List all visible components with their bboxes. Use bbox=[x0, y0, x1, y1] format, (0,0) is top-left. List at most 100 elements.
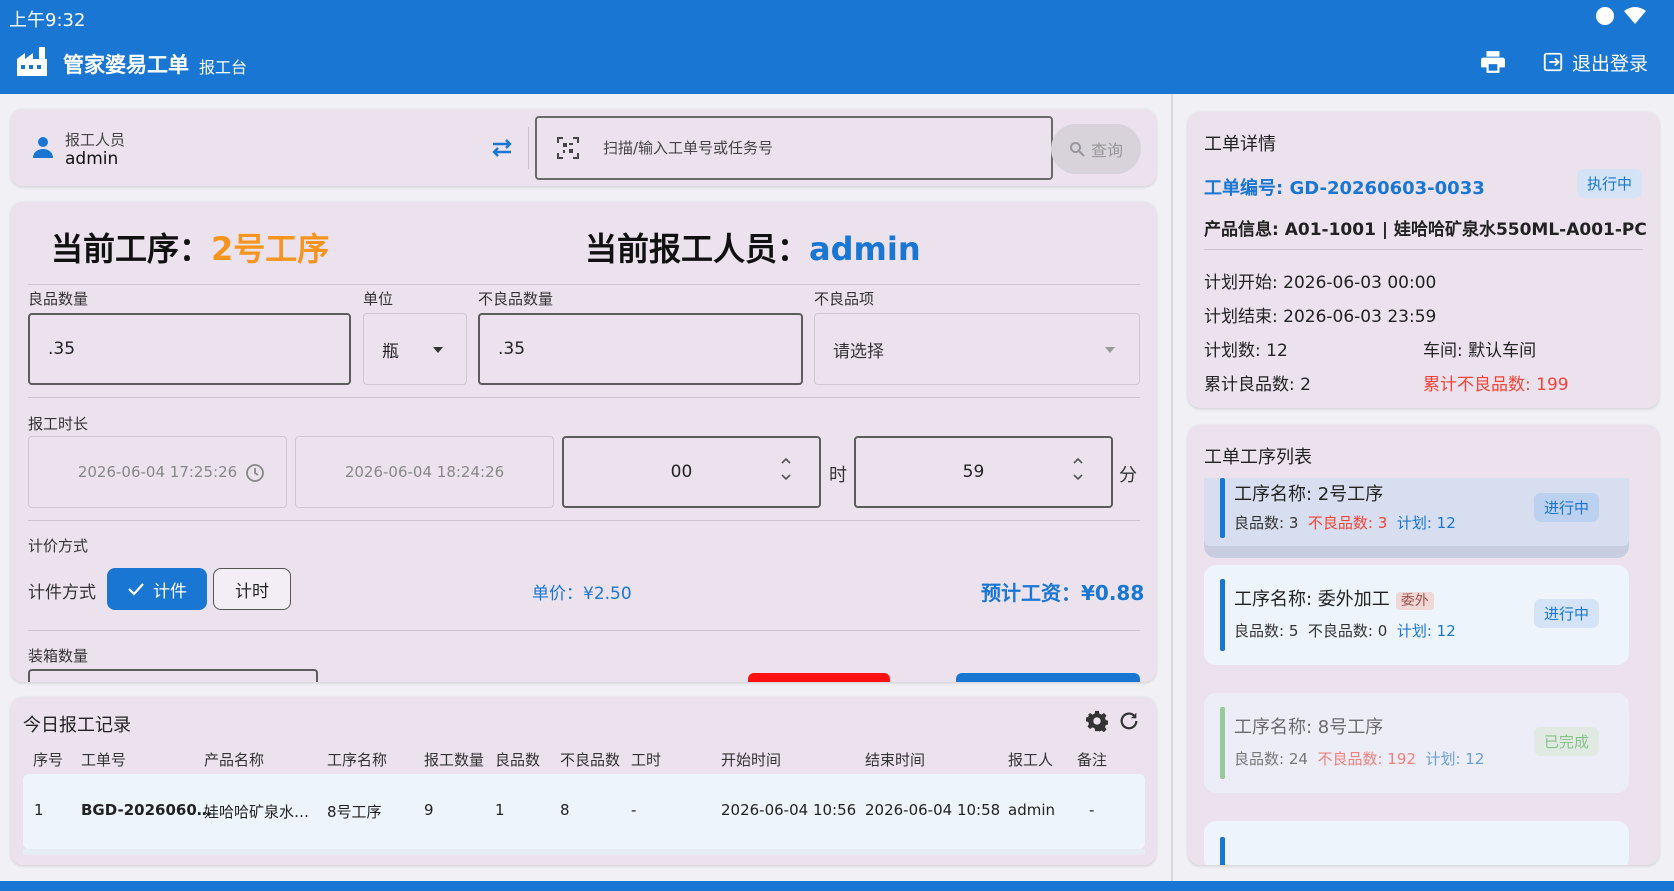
time-rate-button[interactable]: 计时 bbox=[213, 568, 291, 610]
pricing-method-label: 计件方式 bbox=[28, 583, 96, 603]
minutes-input[interactable]: 59 bbox=[854, 436, 1113, 508]
gear-icon[interactable] bbox=[1086, 710, 1108, 732]
good-qty-input[interactable]: .35 bbox=[28, 313, 351, 385]
logout-icon bbox=[1543, 52, 1563, 72]
records-title: 今日报工记录 bbox=[23, 715, 131, 736]
unit-price: 单价：¥2.50 bbox=[532, 584, 632, 604]
process-plan: 计划: 12 bbox=[1396, 514, 1456, 532]
process-stats: 良品数: 3 不良品数: 3 计划: 12 bbox=[1234, 512, 1456, 533]
unit-label: 单位 bbox=[363, 290, 394, 308]
search-icon bbox=[1069, 142, 1085, 157]
clock-icon[interactable] bbox=[245, 463, 265, 483]
total-bad: 累计不良品数: 199 bbox=[1423, 375, 1569, 395]
chevron-down-icon bbox=[1105, 347, 1115, 353]
column-header: 序号 bbox=[33, 751, 64, 769]
logout-label: 退出登录 bbox=[1572, 52, 1649, 75]
process-name-text: 工序名称: 委外加工 bbox=[1234, 589, 1390, 610]
end-time-value: 2026-06-04 18:24:26 bbox=[344, 463, 505, 481]
reporter-value: admin bbox=[65, 149, 119, 169]
stepper-icon[interactable] bbox=[1071, 454, 1085, 484]
process-stats: 良品数: 24 不良品数: 192 计划: 12 bbox=[1234, 748, 1484, 769]
qr-scan-icon[interactable] bbox=[557, 137, 579, 159]
refresh-icon[interactable] bbox=[1118, 710, 1140, 732]
table-cell: 2026-06-04 10:58 bbox=[865, 801, 1001, 819]
bad-item-select[interactable]: 请选择 bbox=[814, 313, 1140, 385]
column-header: 产品名称 bbox=[204, 751, 265, 769]
panel-divider bbox=[1171, 94, 1173, 881]
query-button[interactable]: 查询 bbox=[1051, 124, 1141, 174]
process-status-bar bbox=[1220, 478, 1225, 538]
order-detail-card: 工单详情 工单编号: GD-20260603-0033 执行中 产品信息: A0… bbox=[1188, 112, 1659, 408]
box-qty-input[interactable] bbox=[28, 669, 318, 682]
minutes-unit: 分 bbox=[1119, 465, 1137, 486]
table-cell: 9 bbox=[424, 801, 434, 819]
divider bbox=[28, 397, 1140, 398]
reporter-separator bbox=[528, 127, 529, 169]
bad-qty-input[interactable]: .35 bbox=[478, 313, 803, 385]
process-plan: 计划: 12 bbox=[1396, 622, 1456, 640]
reporter-card: 报工人员 admin 查询 bbox=[11, 109, 1156, 186]
table-row[interactable]: 1 BGD-2026060… 娃哈哈矿泉水… 8号工序 9 1 8 - 2026… bbox=[23, 774, 1145, 849]
divider bbox=[1204, 249, 1643, 250]
process-name: 工序名称: 2号工序 bbox=[1234, 484, 1384, 505]
estimated-wage: 预计工资：¥0.88 bbox=[981, 581, 1145, 605]
status-bar: 上午9:32 bbox=[0, 0, 1674, 33]
hours-value: 00 bbox=[670, 462, 693, 482]
process-bad: 不良品数: 3 bbox=[1307, 514, 1388, 532]
scan-field[interactable] bbox=[535, 116, 1053, 180]
bad-item-label: 不良品项 bbox=[814, 290, 875, 308]
red-action-button[interactable] bbox=[748, 673, 890, 682]
start-time-value: 2026-06-04 17:25:26 bbox=[77, 463, 238, 481]
table-cell: 8 bbox=[560, 801, 570, 819]
bottom-bar bbox=[0, 881, 1674, 891]
process-item[interactable]: 工序名称: 委外加工 委外 良品数: 5 不良品数: 0 计划: 12 进行中 bbox=[1204, 565, 1629, 665]
process-item-selected[interactable]: 工序名称: 2号工序 良品数: 3 不良品数: 3 计划: 12 进行中 bbox=[1204, 478, 1629, 558]
column-header: 工序名称 bbox=[327, 751, 388, 769]
outsource-tag: 委外 bbox=[1395, 592, 1434, 610]
column-header: 良品数 bbox=[495, 751, 541, 769]
hours-input[interactable]: 00 bbox=[562, 436, 821, 508]
column-header: 开始时间 bbox=[721, 751, 782, 769]
process-status-badge: 已完成 bbox=[1533, 727, 1599, 756]
table-cell: 1 bbox=[495, 801, 505, 819]
submit-button[interactable] bbox=[956, 673, 1140, 682]
stepper-icon[interactable] bbox=[779, 454, 793, 484]
app-title: 管家婆易工单 bbox=[63, 53, 189, 77]
print-icon[interactable] bbox=[1480, 49, 1506, 75]
order-number[interactable]: 工单编号: GD-20260603-0033 bbox=[1204, 174, 1485, 200]
box-qty-label: 装箱数量 bbox=[28, 647, 89, 665]
plan-end: 计划结束: 2026-06-03 23:59 bbox=[1204, 307, 1437, 327]
column-header: 不良品数 bbox=[560, 751, 621, 769]
unit-select[interactable]: 瓶 bbox=[363, 313, 467, 385]
chevron-down-icon bbox=[433, 347, 443, 353]
divider bbox=[28, 520, 1140, 521]
app-bar: 管家婆易工单 报工台 退出登录 bbox=[0, 33, 1674, 94]
good-qty-label: 良品数量 bbox=[28, 290, 89, 308]
divider bbox=[28, 630, 1140, 631]
bad-item-placeholder: 请选择 bbox=[833, 341, 884, 362]
process-name: 工序名称: 8号工序 bbox=[1234, 717, 1384, 738]
factory-icon bbox=[17, 47, 47, 76]
current-worker-value: admin bbox=[809, 230, 921, 268]
table-cell: - bbox=[1089, 801, 1095, 819]
process-item[interactable]: 工序名称: 8号工序 良品数: 24 不良品数: 192 计划: 12 已完成 bbox=[1204, 693, 1629, 793]
piece-rate-button[interactable]: 计件 bbox=[107, 568, 207, 610]
swap-icon[interactable] bbox=[489, 135, 515, 161]
current-step: 当前工序：2号工序 bbox=[51, 224, 329, 270]
person-icon bbox=[33, 137, 53, 158]
column-header: 报工数量 bbox=[424, 751, 485, 769]
current-step-value: 2号工序 bbox=[211, 230, 330, 268]
process-status-badge: 进行中 bbox=[1533, 599, 1599, 628]
end-time-field[interactable]: 2026-06-04 18:24:26 bbox=[295, 436, 554, 508]
pricing-section-label: 计价方式 bbox=[28, 537, 89, 555]
logout-button[interactable]: 退出登录 bbox=[1542, 47, 1648, 77]
start-time-field[interactable]: 2026-06-04 17:25:26 bbox=[28, 436, 287, 508]
scan-input[interactable] bbox=[603, 134, 1033, 162]
app-subtitle: 报工台 bbox=[199, 58, 248, 77]
process-item-partial[interactable] bbox=[1204, 821, 1629, 865]
plan-start: 计划开始: 2026-06-03 00:00 bbox=[1204, 273, 1437, 293]
current-worker: 当前报工人员：admin bbox=[585, 224, 921, 270]
process-status-badge: 进行中 bbox=[1533, 493, 1599, 522]
column-header: 工时 bbox=[631, 751, 662, 769]
process-list-card: 工单工序列表 工序名称: 2号工序 良品数: 3 不良品数: 3 计划: 12 … bbox=[1188, 425, 1659, 865]
